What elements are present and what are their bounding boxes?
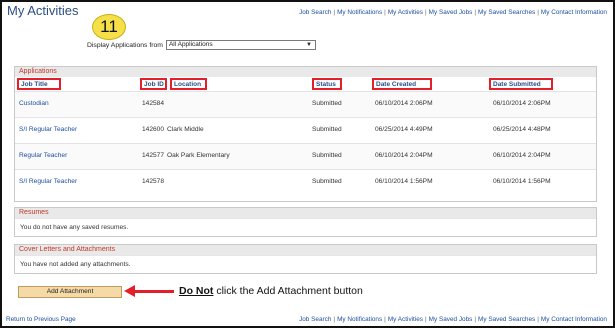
cell-status: Submitted — [312, 152, 342, 159]
nav-my-saved-jobs[interactable]: My Saved Jobs — [429, 9, 473, 16]
nav-my-notifications[interactable]: My Notifications — [337, 9, 382, 16]
column-status[interactable]: Status — [312, 78, 342, 90]
filter-selected-value: All Applications — [168, 41, 213, 48]
cell-date-created: 06/10/2014 2:04PM — [375, 152, 433, 159]
table-row: S/I Regular Teacher 142600 Clark Middle … — [15, 117, 596, 143]
nav-my-activities[interactable]: My Activities — [388, 9, 423, 16]
cell-job-id: 142577 — [142, 152, 165, 159]
nav-job-search[interactable]: Job Search — [299, 316, 331, 323]
applications-header: Applications — [15, 67, 596, 77]
cell-job-title-link[interactable]: S/I Regular Teacher — [19, 178, 77, 185]
cell-location: Oak Park Elementary — [167, 152, 230, 159]
filter-label: Display Applications from — [87, 41, 163, 49]
resumes-section: Resumes You do not have any saved resume… — [14, 207, 597, 237]
nav-my-contact-information[interactable]: My Contact Information — [541, 9, 607, 16]
table-row: Regular Teacher 142577 Oak Park Elementa… — [15, 143, 596, 169]
cell-job-id: 142578 — [142, 178, 165, 185]
bottom-navigation: Job Search | My Notifications | My Activitie… — [299, 316, 607, 323]
nav-my-saved-searches[interactable]: My Saved Searches — [478, 316, 535, 323]
column-location[interactable]: Location — [170, 78, 207, 90]
nav-my-activities[interactable]: My Activities — [388, 316, 423, 323]
cell-date-created: 06/10/2014 2:06PM — [375, 100, 433, 107]
cell-status: Submitted — [312, 100, 342, 107]
cover-letters-section: Cover Letters and Attachments You have n… — [14, 244, 597, 274]
cell-status: Submitted — [312, 126, 342, 133]
chevron-down-icon: ▼ — [305, 42, 312, 48]
nav-my-saved-searches[interactable]: My Saved Searches — [478, 9, 535, 16]
applications-column-headers: Job Title Job ID Location Status Date Cr… — [15, 77, 596, 91]
cell-job-id: 142584 — [142, 100, 165, 107]
cell-job-title-link[interactable]: S/I Regular Teacher — [19, 126, 77, 133]
applications-filter: Display Applications from All Applicatio… — [87, 40, 316, 50]
page-title: My Activities — [7, 3, 79, 18]
cell-date-submitted: 06/10/2014 1:56PM — [493, 178, 551, 185]
nav-my-saved-jobs[interactable]: My Saved Jobs — [429, 316, 473, 323]
column-job-id[interactable]: Job ID — [140, 78, 167, 90]
callout-text: click the Add Attachment button — [213, 285, 363, 297]
applications-filter-select[interactable]: All Applications ▼ — [165, 40, 316, 50]
applications-section: Applications Job Title Job ID Location S… — [14, 66, 597, 202]
callout-emphasis: Do Not — [179, 285, 214, 297]
resumes-header: Resumes — [15, 208, 596, 218]
top-navigation: Job Search | My Notifications | My Activitie… — [299, 9, 607, 16]
cell-date-created: 06/10/2014 1:56PM — [375, 178, 433, 185]
column-date-created[interactable]: Date Created — [372, 78, 432, 90]
step-number-badge: 11 — [92, 14, 126, 40]
column-date-submitted[interactable]: Date Submitted — [489, 78, 553, 90]
column-job-title[interactable]: Job Title — [17, 78, 61, 90]
cell-location: Clark Middle — [167, 126, 204, 133]
annotation-callout: Do Not click the Add Attachment button — [179, 285, 363, 297]
cover-letters-empty-message: You have not added any attachments. — [15, 255, 596, 273]
resumes-empty-message: You do not have any saved resumes. — [15, 218, 596, 236]
nav-job-search[interactable]: Job Search — [299, 9, 331, 16]
return-to-previous-page-link[interactable]: Return to Previous Page — [6, 316, 76, 323]
nav-my-contact-information[interactable]: My Contact Information — [541, 316, 607, 323]
cell-status: Submitted — [312, 178, 342, 185]
annotation-arrow-shaft — [134, 290, 174, 293]
cover-letters-header: Cover Letters and Attachments — [15, 245, 596, 255]
cell-job-title-link[interactable]: Custodian — [19, 100, 49, 107]
add-attachment-button[interactable]: Add Attachment — [18, 286, 122, 298]
cell-date-submitted: 06/25/2014 4:48PM — [493, 126, 551, 133]
cell-date-submitted: 06/10/2014 2:06PM — [493, 100, 551, 107]
table-row: S/I Regular Teacher 142578 Submitted 06/… — [15, 169, 596, 195]
nav-my-notifications[interactable]: My Notifications — [337, 316, 382, 323]
cell-date-submitted: 06/10/2014 2:04PM — [493, 152, 551, 159]
cell-job-title-link[interactable]: Regular Teacher — [19, 152, 67, 159]
table-row: Custodian 142584 Submitted 06/10/2014 2:… — [15, 91, 596, 117]
cell-date-created: 06/25/2014 4:49PM — [375, 126, 433, 133]
cell-job-id: 142600 — [142, 126, 165, 133]
